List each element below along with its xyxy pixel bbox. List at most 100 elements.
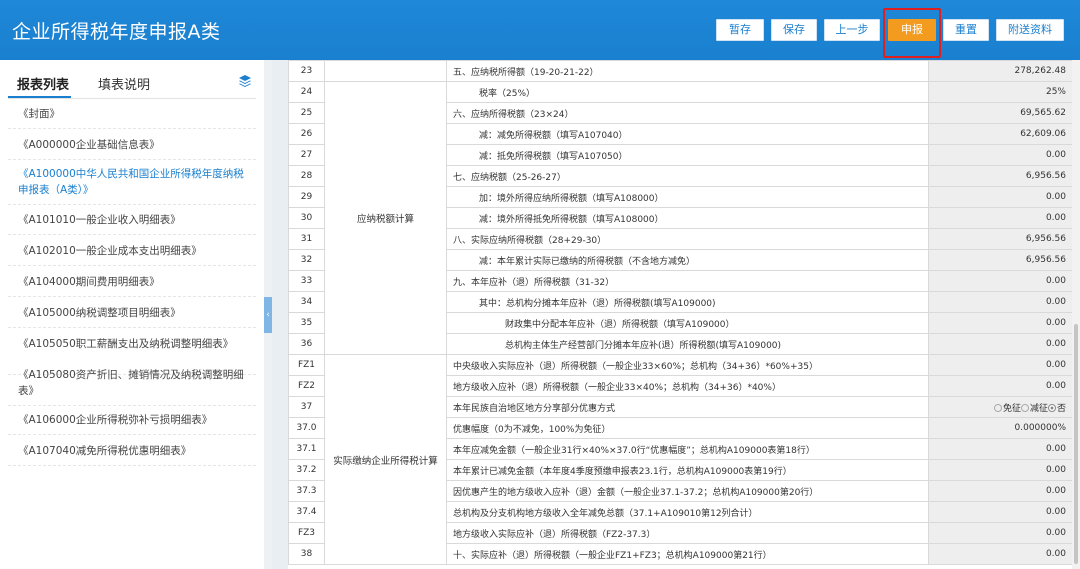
radio-reduce[interactable]: [1020, 403, 1029, 412]
sidebar-item[interactable]: 《A102010一般企业成本支出明细表》: [18, 243, 250, 259]
radio-label-exempt: 免征: [1002, 403, 1021, 414]
row-value: 69,565.62: [928, 102, 1072, 124]
row-label: 九、本年应补（退）所得税额（31-32）: [446, 270, 929, 292]
row-value: 0.00: [928, 501, 1072, 523]
row-label: 因优惠产生的地方级收入应补（退）金额（一般企业37.1-37.2；总机构A109…: [446, 480, 929, 502]
item-separator: [8, 465, 256, 466]
row-label: 本年应减免金额（一般企业31行×40%×37.0行“优惠幅度”；总机构A1090…: [446, 438, 929, 460]
radio-exempt[interactable]: [993, 403, 1002, 412]
row-label: 七、应纳税额（25-26-27）: [446, 165, 929, 187]
row-value: 0.00: [928, 333, 1072, 355]
row-label: 优惠幅度（0为不减免，100%为免征）: [446, 417, 929, 439]
sidebar-item[interactable]: 《A105000纳税调整项目明细表》: [18, 305, 250, 321]
row-number: FZ3: [288, 522, 325, 544]
row-value: 25%: [928, 81, 1072, 103]
row-value: 0.00: [928, 459, 1072, 481]
row-value: 0.00: [928, 207, 1072, 229]
row-label: 六、应纳所得税额（23×24）: [446, 102, 929, 124]
attach-documents-button[interactable]: 附送资料: [996, 19, 1064, 41]
row-value: 0.000000%: [928, 417, 1072, 439]
item-separator: [8, 405, 256, 406]
row-value[interactable]: 免征 减征否: [928, 396, 1072, 418]
sidebar-item[interactable]: 《A101010一般企业收入明细表》: [18, 212, 250, 228]
category-actual-payment: 实际缴纳企业所得税计算: [324, 354, 447, 565]
sidebar-item[interactable]: 《A104000期间费用明细表》: [18, 274, 250, 290]
row-value: 0.00: [928, 522, 1072, 544]
row-label: 减：境外所得抵免所得税额（填写A108000）: [446, 207, 929, 229]
row-label: 十、实际应补（退）所得税额（一般企业FZ1+FZ3；总机构A109000第21行…: [446, 543, 929, 565]
row-number: 23: [288, 60, 325, 82]
row-label: 总机构主体生产经营部门分摊本年应补(退）所得税额(填写A109000): [446, 333, 929, 355]
item-separator: [8, 327, 256, 328]
sidebar-item[interactable]: 《A106000企业所得税弥补亏损明细表》: [18, 412, 250, 428]
row-label: 中央级收入实际应补（退）所得税额（一般企业33×60%；总机构（34+36）*6…: [446, 354, 929, 376]
row-label: 本年累计已减免金额（本年度4季度预缴申报表23.1行，总机构A109000表第1…: [446, 459, 929, 481]
row-number: 34: [288, 291, 325, 313]
row-value: 0.00: [928, 144, 1072, 166]
row-number: FZ1: [288, 354, 325, 376]
row-label: 总机构及分支机构地方级收入全年减免总额（37.1+A109010第12列合计）: [446, 501, 929, 523]
tab-divider: [8, 98, 256, 99]
content-margin: [272, 60, 288, 569]
row-number: FZ2: [288, 375, 325, 397]
tab-report-list[interactable]: 报表列表: [17, 74, 69, 93]
page-title: 企业所得税年度申报A类: [12, 21, 221, 43]
row-value: 0.00: [928, 354, 1072, 376]
reset-button[interactable]: 重置: [943, 19, 989, 41]
row-label: 地方级收入实际应补（退）所得税额（FZ2-37.3）: [446, 522, 929, 544]
row-number: 27: [288, 144, 325, 166]
row-value: 0.00: [928, 438, 1072, 460]
tax-return-table: 23 五、应纳税所得额（19-20-21-22） 278,262.48 24 应纳税额计…: [288, 60, 1072, 565]
table-row: FZ1 实际缴纳企业所得税计算 中央级收入实际应补（退）所得税额（一般企业33×60…: [288, 354, 1072, 565]
radio-label-reduce: 减征: [1029, 403, 1048, 414]
row-label: 五、应纳税所得额（19-20-21-22）: [446, 60, 929, 82]
row-number: 36: [288, 333, 325, 355]
row-value: 0.00: [928, 312, 1072, 334]
row-value: 6,956.56: [928, 165, 1072, 187]
row-number: 30: [288, 207, 325, 229]
item-separator: [8, 434, 256, 435]
save-button[interactable]: 保存: [771, 19, 817, 41]
row-number: 35: [288, 312, 325, 334]
row-number: 26: [288, 123, 325, 145]
tax-return-table-container: 23 五、应纳税所得额（19-20-21-22） 278,262.48 24 应纳税额计…: [288, 60, 1072, 569]
scrollbar-thumb[interactable]: [1074, 324, 1078, 564]
sidebar-item[interactable]: 《封面》: [18, 106, 250, 122]
row-value: 278,262.48: [928, 60, 1072, 82]
row-value: 0.00: [928, 480, 1072, 502]
radio-no[interactable]: [1047, 403, 1056, 412]
item-separator: [8, 204, 256, 205]
row-value: 0.00: [928, 291, 1072, 313]
tab-fill-instructions[interactable]: 填表说明: [98, 74, 150, 93]
sidebar-item[interactable]: 《A000000企业基础信息表》: [18, 137, 250, 153]
item-separator: [8, 265, 256, 266]
row-value: 6,956.56: [928, 249, 1072, 271]
row-number: 28: [288, 165, 325, 187]
row-number: 37.2: [288, 459, 325, 481]
table-row: 23 五、应纳税所得额（19-20-21-22） 278,262.48: [288, 60, 1072, 82]
collapse-sidebar-handle[interactable]: ‹: [264, 297, 272, 333]
item-separator: [8, 128, 256, 129]
row-value: 62,609.06: [928, 123, 1072, 145]
row-label: 减：减免所得税额（填写A107040）: [446, 123, 929, 145]
sidebar-item[interactable]: 《A105080资产折旧、摊销情况及纳税调整明细表》: [18, 367, 250, 399]
layers-icon[interactable]: [238, 74, 252, 88]
row-label: 其中：总机构分摊本年应补（退）所得税额(填写A109000): [446, 291, 929, 313]
item-separator: [8, 159, 256, 160]
row-number: 38: [288, 543, 325, 565]
row-label: 减：本年累计实际已缴纳的所得税额（不含地方减免）: [446, 249, 929, 271]
row-label: 税率（25%）: [446, 81, 929, 103]
sidebar-item[interactable]: 《A100000中华人民共和国企业所得税年度纳税申报表（A类）》: [18, 166, 250, 198]
row-number: 33: [288, 270, 325, 292]
sidebar-item[interactable]: 《A105050职工薪酬支出及纳税调整明细表》: [18, 336, 250, 352]
row-number: 24: [288, 81, 325, 103]
sidebar-item[interactable]: 《A107040减免所得税优惠明细表》: [18, 443, 250, 459]
row-value: 6,956.56: [928, 228, 1072, 250]
row-value: 0.00: [928, 186, 1072, 208]
row-label: 加：境外所得应纳所得税额（填写A108000）: [446, 186, 929, 208]
save-draft-button[interactable]: 暂存: [716, 19, 764, 41]
row-label: 地方级收入应补（退）所得税额（一般企业33×40%；总机构（34+36）*40%…: [446, 375, 929, 397]
row-value: 0.00: [928, 375, 1072, 397]
previous-step-button[interactable]: 上一步: [824, 19, 880, 41]
submit-highlight-box: [883, 8, 941, 58]
